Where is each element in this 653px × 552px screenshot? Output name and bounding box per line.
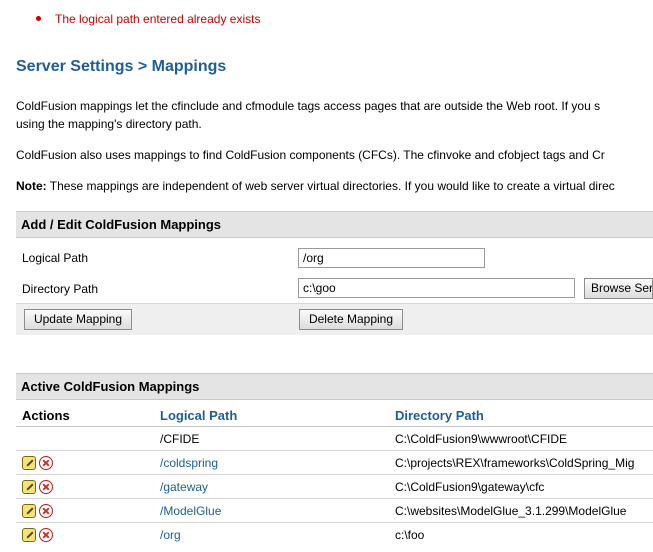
note-paragraph: Note: These mappings are independent of … xyxy=(16,177,615,195)
row-actions xyxy=(16,426,154,451)
logical-path-label: Logical Path xyxy=(22,251,89,265)
directory-path-label: Directory Path xyxy=(22,282,99,296)
row-actions xyxy=(16,522,154,546)
row-logical-path: /gateway xyxy=(154,474,389,499)
row-actions xyxy=(16,450,154,475)
table-row: /gateway C:\ColdFusion9\gateway\cfc xyxy=(16,474,653,499)
browse-server-button[interactable]: Browse Server xyxy=(584,278,653,299)
edit-icon[interactable] xyxy=(22,455,36,470)
row-logical-path: /CFIDE xyxy=(154,426,389,451)
active-section-title: Active ColdFusion Mappings xyxy=(21,379,200,394)
row-logical-path: /org xyxy=(154,522,389,546)
error-message: The logical path entered already exists xyxy=(55,12,261,26)
active-section-header: Active ColdFusion Mappings xyxy=(16,373,653,400)
column-directory-path[interactable]: Directory Path xyxy=(389,404,653,427)
logical-path-link[interactable]: /org xyxy=(160,528,181,542)
row-directory-path: c:\foo xyxy=(389,522,653,546)
delete-icon[interactable] xyxy=(39,455,53,470)
intro-line-3: ColdFusion also uses mappings to find Co… xyxy=(16,148,605,162)
edit-section-title: Add / Edit ColdFusion Mappings xyxy=(21,217,222,232)
row-actions xyxy=(16,498,154,523)
delete-icon[interactable] xyxy=(39,527,53,542)
table-row: /coldspring C:\projects\REX\frameworks\C… xyxy=(16,450,653,475)
intro-line-2: using the mapping's directory path. xyxy=(16,117,202,131)
row-directory-path: C:\ColdFusion9\wwwroot\CFIDE xyxy=(389,426,653,451)
column-logical-path[interactable]: Logical Path xyxy=(154,404,389,427)
table-row: /ModelGlue C:\websites\ModelGlue_3.1.299… xyxy=(16,498,653,523)
row-directory-path: C:\projects\REX\frameworks\ColdSpring_Mi… xyxy=(389,450,653,475)
intro-line-1: ColdFusion mappings let the cfinclude an… xyxy=(16,99,601,113)
logical-path-link[interactable]: /gateway xyxy=(160,480,208,494)
logical-path-link[interactable]: /coldspring xyxy=(160,456,218,470)
delete-icon[interactable] xyxy=(39,479,53,494)
edit-icon[interactable] xyxy=(22,527,36,542)
column-actions: Actions xyxy=(16,404,154,427)
delete-mapping-button[interactable]: Delete Mapping xyxy=(299,309,403,330)
note-text: These mappings are independent of web se… xyxy=(46,179,615,193)
directory-path-input[interactable] xyxy=(298,278,575,298)
row-logical-path: /ModelGlue xyxy=(154,498,389,523)
delete-icon[interactable] xyxy=(39,503,53,518)
table-row: /org c:\foo xyxy=(16,522,653,546)
row-actions xyxy=(16,474,154,499)
row-logical-path: /coldspring xyxy=(154,450,389,475)
logical-path-input[interactable] xyxy=(298,248,485,268)
page-title: Server Settings > Mappings xyxy=(16,58,227,75)
note-label: Note: xyxy=(16,179,47,193)
mappings-table-header: Actions Logical Path Directory Path xyxy=(16,404,653,427)
update-mapping-button[interactable]: Update Mapping xyxy=(24,309,132,330)
edit-icon[interactable] xyxy=(22,503,36,518)
row-directory-path: C:\ColdFusion9\gateway\cfc xyxy=(389,474,653,499)
logical-path-link[interactable]: /ModelGlue xyxy=(160,504,221,518)
mappings-table: Actions Logical Path Directory Path /CFI… xyxy=(16,404,653,546)
error-bullet xyxy=(36,16,41,21)
edit-icon[interactable] xyxy=(22,479,36,494)
table-row: /CFIDE C:\ColdFusion9\wwwroot\CFIDE xyxy=(16,426,653,451)
row-directory-path: C:\websites\ModelGlue_3.1.299\ModelGlue xyxy=(389,498,653,523)
edit-section-header: Add / Edit ColdFusion Mappings xyxy=(16,211,653,238)
